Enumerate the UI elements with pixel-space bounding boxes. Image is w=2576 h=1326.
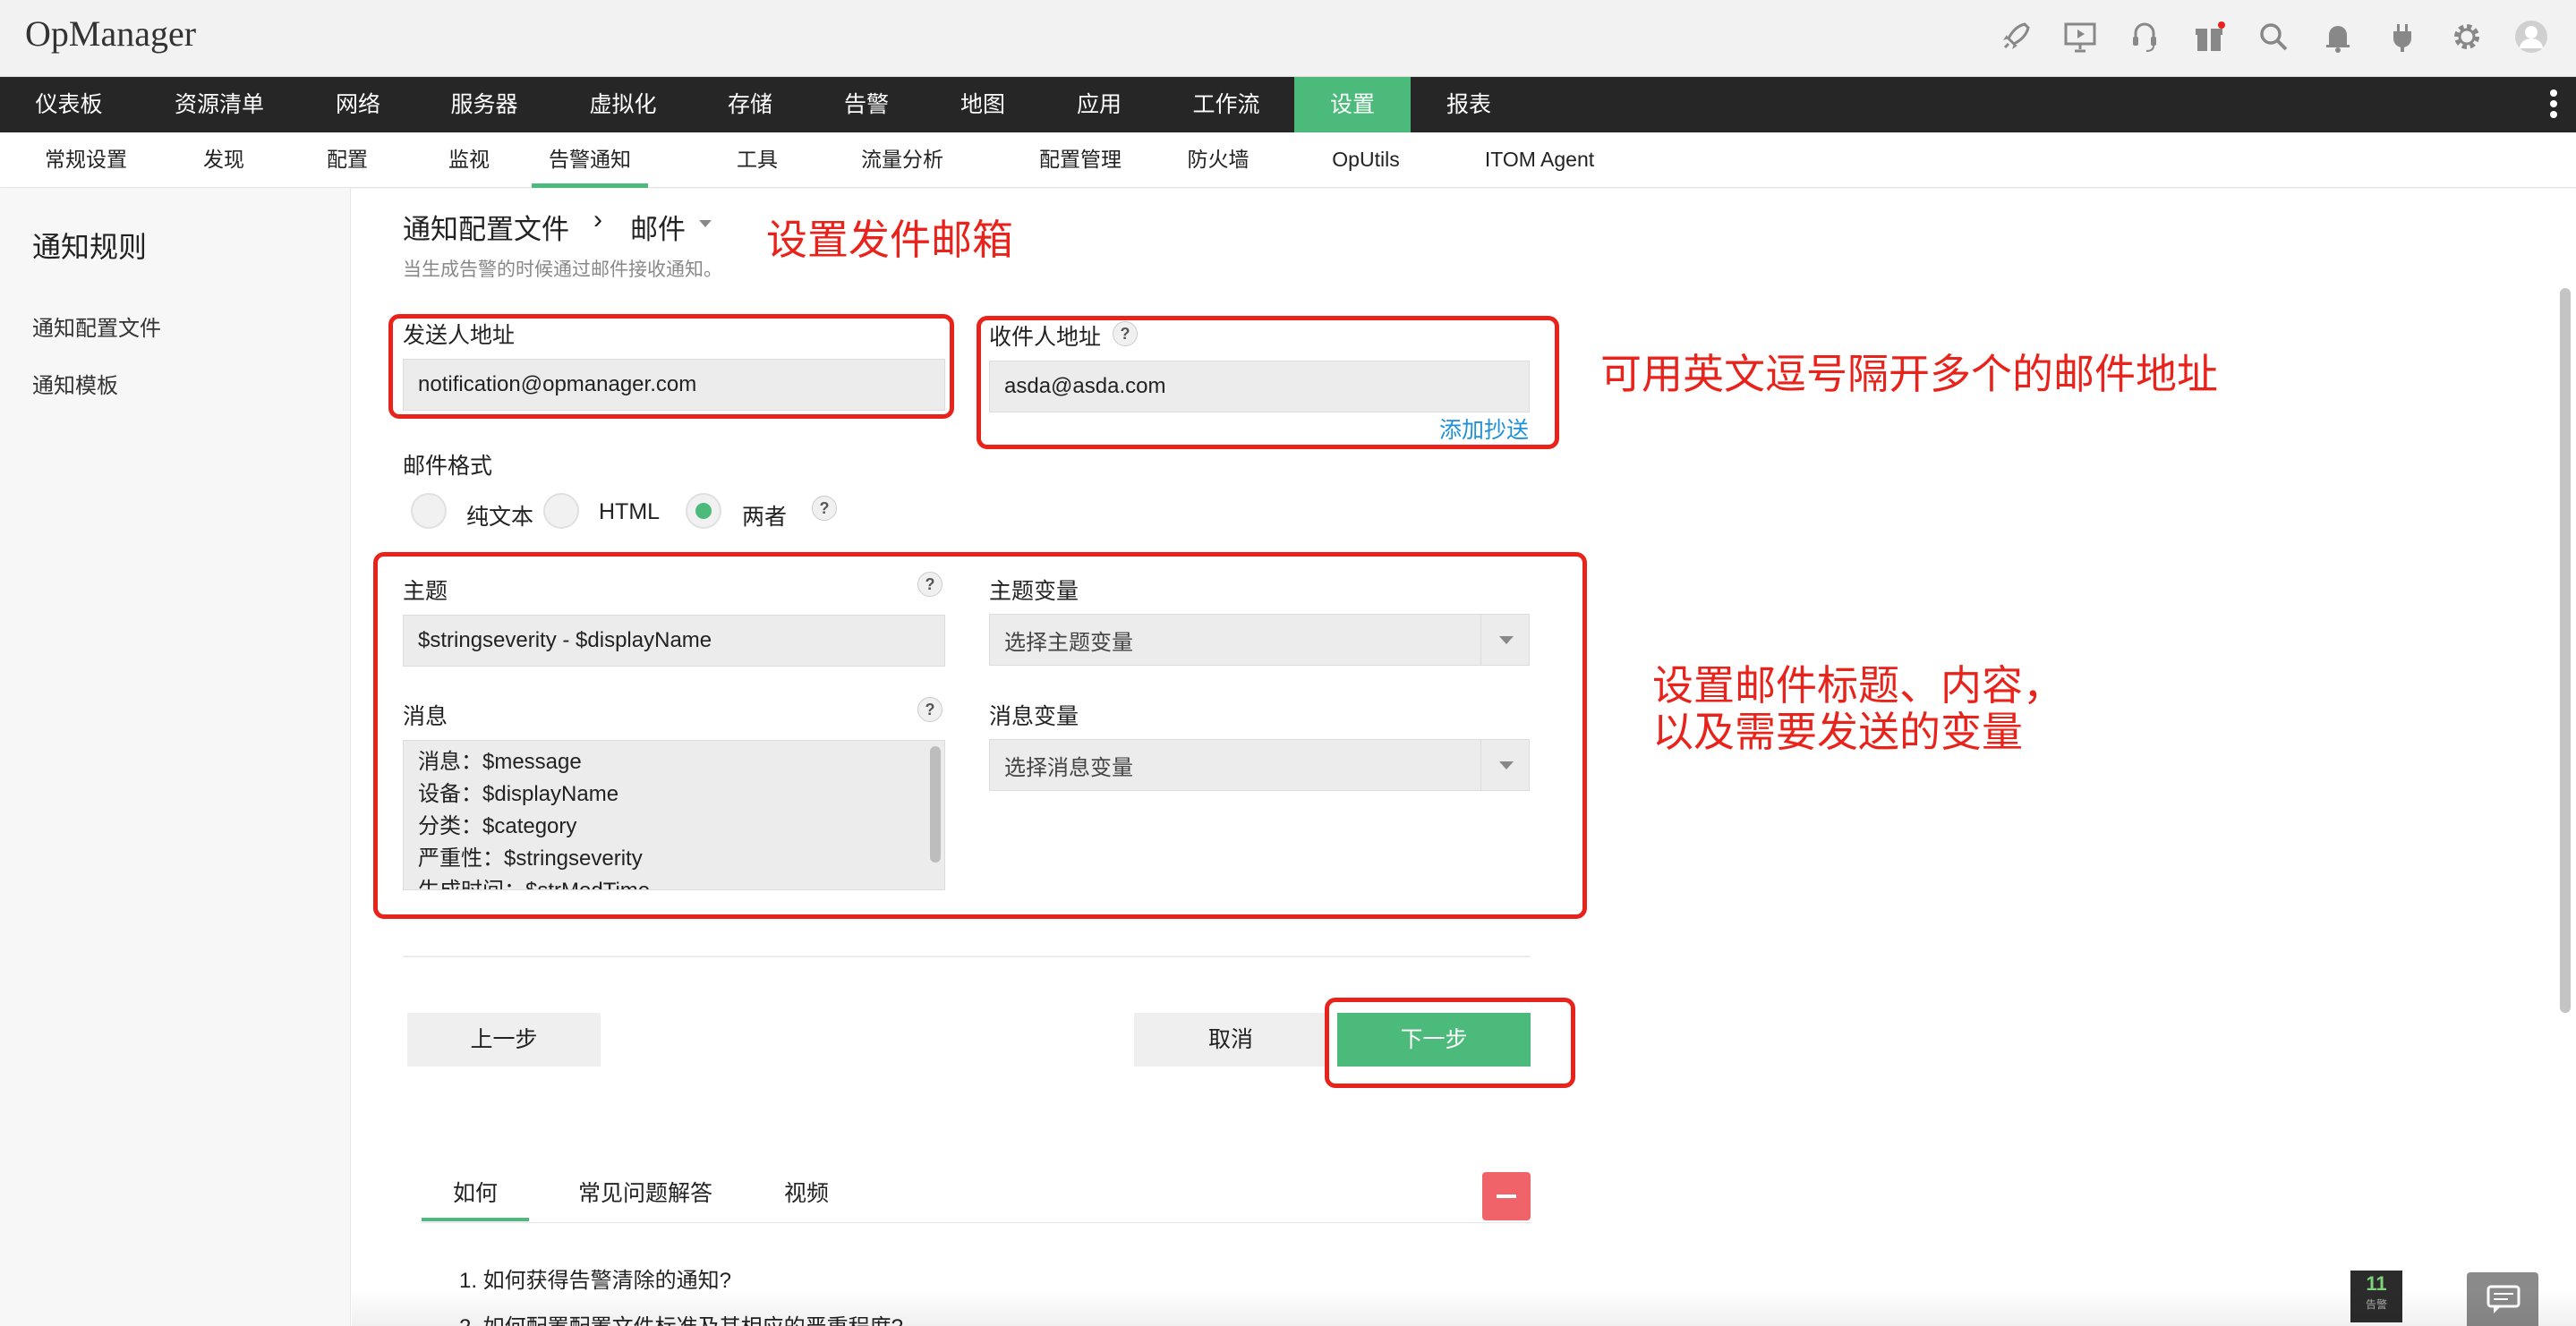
- annotation-recipients: 可用英文逗号隔开多个的邮件地址: [1600, 351, 2218, 397]
- format-radio-both[interactable]: [686, 493, 721, 529]
- subnav-general[interactable]: 常规设置: [32, 132, 140, 188]
- tab-howto[interactable]: 如何: [422, 1171, 529, 1221]
- faq-item[interactable]: 1. 如何获得告警清除的通知?: [459, 1262, 731, 1294]
- top-header: OpManager: [0, 0, 2576, 77]
- annotation-box-next: [1325, 998, 1575, 1088]
- subnav-config-management[interactable]: 配置管理: [1013, 132, 1147, 188]
- breadcrumb-parent[interactable]: 通知配置文件: [403, 207, 569, 247]
- sub-nav: 常规设置 发现 配置 监视 告警通知 工具 流量分析 配置管理 防火墙 OpUt…: [0, 132, 2576, 188]
- rocket-icon[interactable]: [1983, 9, 2048, 64]
- cancel-button[interactable]: 取消: [1134, 1013, 1327, 1067]
- sidebar-item-notification-profiles[interactable]: 通知配置文件: [32, 310, 161, 342]
- subnav-flow-analysis[interactable]: 流量分析: [849, 132, 956, 188]
- divider: [403, 956, 1531, 957]
- faq-item[interactable]: 2. 如何配置配置文件标准及其相应的严重程度?: [459, 1309, 903, 1326]
- alarm-count-badge[interactable]: 11 告警: [2350, 1271, 2402, 1322]
- subnav-firewall[interactable]: 防火墙: [1180, 132, 1257, 188]
- chat-icon: [2486, 1285, 2521, 1313]
- nav-network[interactable]: 网络: [315, 77, 401, 132]
- nav-storage[interactable]: 存储: [707, 77, 793, 132]
- nav-reports[interactable]: 报表: [1423, 77, 1514, 132]
- subnav-itom-agent[interactable]: ITOM Agent: [1475, 132, 1604, 188]
- nav-workflow[interactable]: 工作流: [1174, 77, 1278, 132]
- page-scrollbar[interactable]: [2560, 288, 2571, 1013]
- collapse-help-button[interactable]: [1482, 1172, 1531, 1220]
- format-radio-html[interactable]: [543, 493, 579, 529]
- page: OpManager 仪表板 资源清单 网络 服务器 虚拟化 存储 告警 地图 应…: [0, 0, 2576, 1326]
- annotation-box-recipients: [977, 316, 1559, 449]
- alarm-count: 11: [2366, 1272, 2387, 1295]
- format-help-icon[interactable]: ?: [812, 496, 837, 521]
- gift-icon[interactable]: [2177, 9, 2241, 64]
- sidebar: 通知规则 通知配置文件 通知模板: [0, 189, 351, 1326]
- main-nav: 仪表板 资源清单 网络 服务器 虚拟化 存储 告警 地图 应用 工作流 设置 报…: [0, 77, 2576, 132]
- format-plain-label[interactable]: 纯文本: [466, 499, 533, 531]
- sidebar-title: 通知规则: [32, 231, 148, 263]
- annotation-subject-line2: 以及需要发送的变量: [1652, 709, 2023, 755]
- nav-virtualization[interactable]: 虚拟化: [569, 77, 677, 132]
- nav-settings[interactable]: 设置: [1294, 77, 1411, 132]
- subnav-tools[interactable]: 工具: [725, 132, 789, 188]
- tab-videos[interactable]: 视频: [762, 1171, 851, 1221]
- annotation-box-subject: [373, 552, 1587, 919]
- more-menu-icon[interactable]: [2547, 89, 2560, 122]
- plug-icon[interactable]: [2370, 9, 2435, 64]
- headset-icon[interactable]: [2112, 9, 2177, 64]
- format-radio-plain[interactable]: [411, 493, 447, 529]
- breadcrumb-current[interactable]: 邮件: [630, 207, 686, 247]
- alarm-label: 告警: [2365, 1298, 2387, 1311]
- subnav-oputils[interactable]: OpUtils: [1321, 132, 1411, 188]
- sidebar-item-notification-templates[interactable]: 通知模板: [32, 368, 118, 399]
- search-icon[interactable]: [2241, 9, 2306, 64]
- nav-servers[interactable]: 服务器: [439, 77, 530, 132]
- subnav-alarm-notification[interactable]: 告警通知: [532, 132, 648, 188]
- subnav-config[interactable]: 配置: [315, 132, 380, 188]
- annotation-box-sender: [388, 314, 954, 419]
- app-title: OpManager: [25, 13, 197, 54]
- nav-dashboard[interactable]: 仪表板: [11, 77, 127, 132]
- bell-icon[interactable]: [2306, 9, 2370, 64]
- format-html-label[interactable]: HTML: [599, 499, 660, 525]
- subnav-discovery[interactable]: 发现: [192, 132, 256, 188]
- page-subtitle: 当生成告警的时候通过邮件接收通知。: [403, 259, 722, 280]
- mail-format-label: 邮件格式: [403, 454, 493, 479]
- breadcrumb-separator: ›: [593, 205, 602, 234]
- user-icon[interactable]: [2499, 9, 2563, 64]
- help-tabs: 如何 常见问题解答 视频: [422, 1171, 1531, 1223]
- breadcrumb-dropdown-icon[interactable]: [699, 220, 712, 227]
- nav-maps[interactable]: 地图: [940, 77, 1026, 132]
- format-both-label[interactable]: 两者: [742, 499, 787, 531]
- top-toolbar: [1983, 9, 2563, 64]
- chat-button[interactable]: [2467, 1272, 2538, 1326]
- presentation-icon[interactable]: [2048, 9, 2112, 64]
- nav-apps[interactable]: 应用: [1056, 77, 1142, 132]
- nav-alarms[interactable]: 告警: [823, 77, 909, 132]
- nav-inventory[interactable]: 资源清单: [154, 77, 285, 132]
- annotation-sender: 设置发件邮箱: [766, 217, 1013, 263]
- prev-button[interactable]: 上一步: [407, 1013, 601, 1067]
- gear-icon[interactable]: [2435, 9, 2499, 64]
- subnav-monitoring[interactable]: 监视: [437, 132, 501, 188]
- tab-faq[interactable]: 常见问题解答: [565, 1171, 726, 1221]
